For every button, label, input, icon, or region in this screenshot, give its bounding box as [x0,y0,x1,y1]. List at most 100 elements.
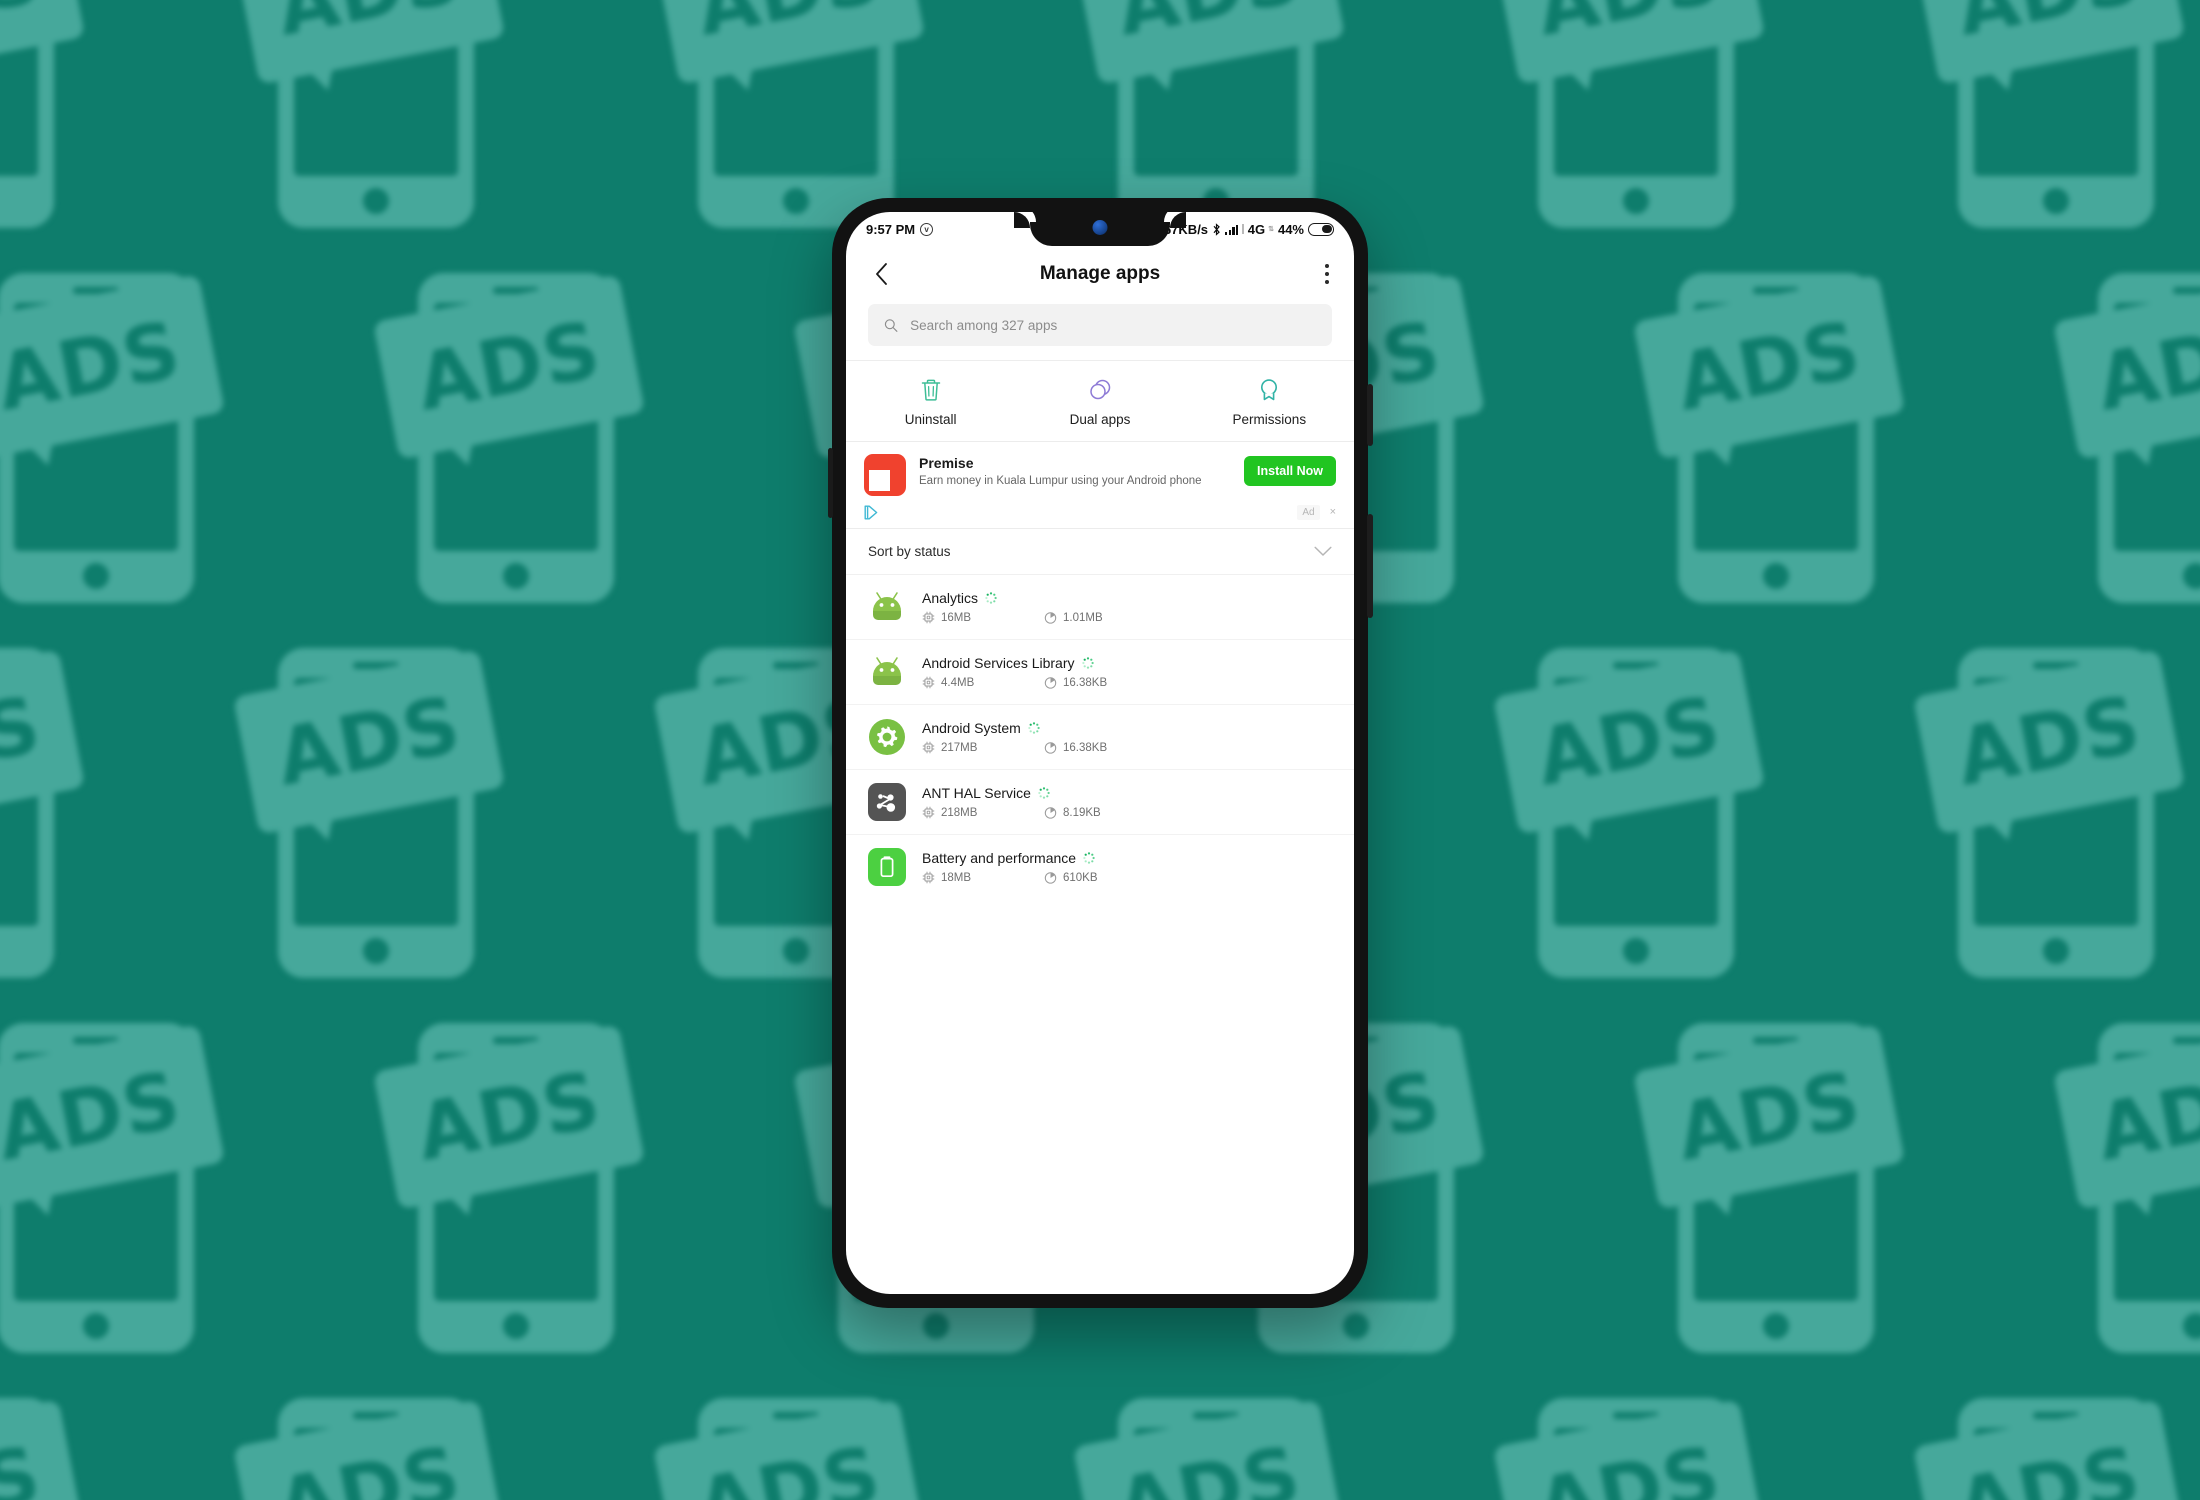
back-chevron-icon[interactable] [868,261,894,287]
chip-icon [922,871,935,884]
bluetooth-icon [1213,222,1220,236]
app-size-value: 18MB [941,871,972,884]
app-size-stat: 218MB [922,806,1044,819]
battery-icon [1308,222,1334,236]
ads-watermark-tile: ADS [652,1380,1080,1500]
watermark-ads-text: ADS [1110,0,1308,54]
green-gear-icon [868,718,906,756]
app-size-stat: 217MB [922,741,1044,754]
loading-spinner-icon [1081,657,1094,669]
watermark-ads-text: ADS [0,680,49,804]
volume-button[interactable] [1367,514,1373,618]
app-data-value: 16.38KB [1063,741,1108,754]
dual-circles-icon [1087,377,1113,403]
network-type-label: 4G [1247,221,1266,237]
ad-description: Earn money in Kuala Lumpur using your An… [919,475,1202,487]
app-size-value: 16MB [941,611,972,624]
award-ribbon-icon [1257,377,1281,403]
overflow-menu-icon[interactable] [1322,258,1332,289]
table-row[interactable]: Analytics 16MB 1.01MB [846,575,1354,640]
chevron-down-icon[interactable] [1314,546,1332,557]
ad-install-button[interactable]: Install Now [1244,456,1336,486]
watermark-ads-text: ADS [2089,305,2200,429]
ads-watermark-tile: ADS [0,1005,380,1380]
power-button[interactable] [1367,384,1373,446]
watermark-ads-text: ADS [690,0,888,54]
watermark-ads-text: ADS [0,305,189,429]
android-robot-icon [868,588,906,626]
watermark-ads-text: ADS [1950,0,2148,54]
watermark-ads-text: ADS [409,1055,609,1179]
app-name: ANT HAL Service [922,785,1031,801]
pie-clock-icon [1044,677,1057,689]
app-data-stat: 16.38KB [1044,676,1107,689]
app-data-value: 8.19KB [1063,806,1101,819]
app-data-stat: 610KB [1044,871,1098,884]
waterdrop-notch [1014,212,1186,246]
ads-watermark-tile: ADS [1912,1380,2200,1500]
ads-watermark-tile: ADS [0,255,380,630]
app-size-stat: 18MB [922,871,1044,884]
quick-action-dual-apps[interactable]: Dual apps [1015,377,1184,427]
table-row[interactable]: Android System 217MB 16.38KB [846,705,1354,770]
quick-action-label: Permissions [1232,412,1307,427]
search-input[interactable] [910,317,1316,333]
app-name: Battery and performance [922,850,1077,866]
ads-watermark-tile: ADS [0,0,240,255]
watermark-ads-text: ADS [269,1430,469,1500]
watermark-ads-text: ADS [1669,1055,1869,1179]
phone-screen: 9:57 PM v 4.67KB/s 4G ⇅ 44% Manage apps … [846,212,1354,1294]
watermark-ads-text: ADS [0,0,48,54]
sort-label: Sort by status [868,544,951,559]
app-name: Analytics [922,590,979,606]
app-data-stat: 8.19KB [1044,806,1101,819]
chip-icon [922,741,935,754]
ad-badge: Ad [1297,504,1320,520]
quick-action-label: Dual apps [1069,412,1131,427]
watermark-ads-text: ADS [269,680,469,804]
ads-watermark-tile: ADS [1912,0,2200,255]
status-time: 9:57 PM [866,221,916,237]
trash-icon [920,377,942,403]
quick-action-permissions[interactable]: Permissions [1185,377,1354,427]
ads-watermark-tile: ADS [232,630,660,1005]
app-data-stat: 16.38KB [1044,741,1107,754]
chip-icon [922,806,935,819]
loading-spinner-icon [1038,787,1050,799]
signal-divider [1242,224,1244,234]
ad-close-icon[interactable]: × [1330,506,1336,518]
adchoices-icon[interactable] [864,505,881,520]
app-list: Analytics 16MB 1.01MB Android Services L… [846,575,1354,899]
ads-watermark-tile: ADS [232,0,660,255]
search-section [846,302,1354,360]
app-data-value: 16.38KB [1063,676,1108,689]
chip-icon [922,611,935,624]
table-row[interactable]: ANT HAL Service 218MB 8.19KB [846,770,1354,835]
quick-action-uninstall[interactable]: Uninstall [846,377,1015,427]
app-data-stat: 1.01MB [1044,611,1103,624]
ad-footer: Ad × [864,502,1336,522]
chip-icon [922,676,935,689]
sort-by-status-row[interactable]: Sort by status [846,529,1354,575]
app-size-value: 217MB [941,741,978,754]
app-size-value: 218MB [941,806,978,819]
search-box[interactable] [868,304,1332,346]
loading-spinner-icon [1028,722,1040,734]
app-data-value: 1.01MB [1063,611,1103,624]
app-bar: Manage apps [846,246,1354,302]
premise-logo-icon [864,454,906,496]
app-size-value: 4.4MB [941,676,975,689]
ad-banner[interactable]: Premise Earn money in Kuala Lumpur using… [846,441,1354,529]
app-size-stat: 4.4MB [922,676,1044,689]
watermark-ads-text: ADS [0,1055,189,1179]
sim-tray [828,448,833,518]
table-row[interactable]: Android Services Library 4.4MB 16.38KB [846,640,1354,705]
ads-watermark-tile: ADS [0,630,240,1005]
watermark-ads-text: ADS [1529,680,1729,804]
ads-watermark-tile: ADS [2052,255,2200,630]
circled-v-icon: v [920,222,934,236]
table-row[interactable]: Battery and performance 18MB 610KB [846,835,1354,899]
app-data-value: 610KB [1063,871,1098,884]
watermark-ads-text: ADS [1949,1430,2149,1500]
app-name: Android System [922,720,1021,736]
